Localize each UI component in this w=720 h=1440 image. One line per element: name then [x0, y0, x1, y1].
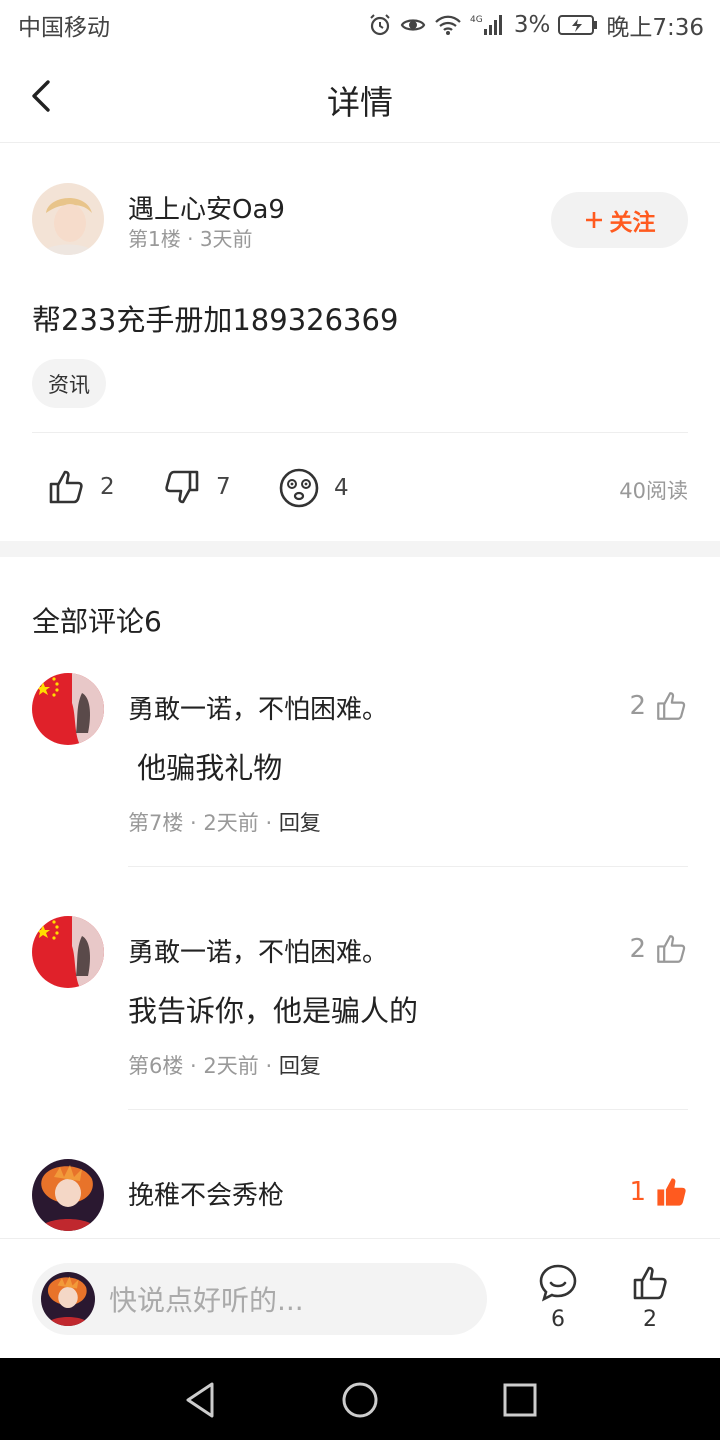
wow-count: 4	[334, 475, 349, 501]
read-count: 40阅读	[619, 479, 688, 503]
comment-item: 勇敢一诺，不怕困难。 2 他骗我礼物 第7楼 · 2天前 · 回复	[0, 673, 720, 868]
thumbs-down-icon	[165, 470, 199, 504]
page-title: 详情	[327, 83, 393, 122]
status-icons: 4G 3% 晚上7:36	[368, 8, 704, 42]
thumbs-up-icon	[49, 470, 83, 504]
comment-item: 勇敢一诺，不怕困难。 2 我告诉你，他是骗人的 第6楼 · 2天前 · 回复	[0, 916, 720, 1111]
comment-total: 6	[551, 1307, 565, 1332]
comment-item: 挽稚不会秀枪 1	[0, 1159, 720, 1239]
section-separator	[0, 541, 720, 557]
post-content: 帮233充手册加189326369	[32, 303, 399, 337]
comment-text: 他骗我礼物	[128, 751, 283, 785]
divider	[128, 1109, 688, 1110]
author-name[interactable]: 遇上心安Oa9	[128, 189, 285, 226]
battery-charging-icon	[558, 15, 598, 35]
thumbs-up-icon	[657, 935, 686, 963]
comment-bar: 快说点好听的... 6 2	[0, 1238, 720, 1358]
clock: 晚上7:36	[606, 15, 704, 41]
post-meta: 第1楼 · 3天前	[128, 227, 253, 251]
comment-bubble-icon	[539, 1264, 577, 1302]
like-reaction[interactable]: 2	[46, 467, 115, 507]
post-card: 遇上心安Oa9 第1楼 · 3天前 关注 帮233充手册加189326369 资…	[0, 143, 720, 541]
like-count: 2	[100, 474, 115, 500]
reply-link[interactable]: 回复	[279, 1054, 321, 1078]
dislike-reaction[interactable]: 7	[162, 467, 231, 507]
wifi-icon	[435, 15, 461, 35]
like-total: 2	[643, 1307, 657, 1332]
comments-button[interactable]: 6	[528, 1263, 588, 1332]
plus-icon	[585, 212, 602, 228]
comment-like-count: 1	[629, 1177, 646, 1207]
comment-like[interactable]: 2	[629, 689, 688, 723]
reply-link[interactable]: 回复	[279, 811, 321, 835]
nav-back-icon[interactable]	[180, 1380, 220, 1420]
page-header: 详情	[0, 50, 720, 143]
commenter-avatar[interactable]	[32, 673, 104, 745]
status-bar: 中国移动 4G 3% 晚上7:36	[0, 0, 720, 50]
comment-meta: 第6楼 · 2天前 · 回复	[128, 1054, 321, 1078]
wow-reaction[interactable]: 4	[278, 467, 349, 509]
dislike-count: 7	[216, 474, 231, 500]
system-nav-bar	[0, 1358, 720, 1440]
post-floor: 第1楼	[128, 227, 181, 251]
eye-icon	[400, 19, 426, 31]
comment-placeholder: 快说点好听的...	[109, 1284, 304, 1317]
dizzy-face-icon	[279, 468, 319, 508]
comment-floor: 第7楼	[128, 811, 184, 835]
alarm-icon	[370, 14, 390, 36]
thumbs-up-icon	[633, 1266, 667, 1300]
commenter-avatar[interactable]	[32, 1159, 104, 1231]
comment-time: 2天前	[203, 811, 259, 835]
comment-text: 我告诉你，他是骗人的	[128, 994, 419, 1028]
comment-like[interactable]: 1	[629, 1175, 688, 1209]
comment-input[interactable]: 快说点好听的...	[32, 1263, 487, 1335]
comment-time: 2天前	[203, 1054, 259, 1078]
commenter-avatar[interactable]	[32, 916, 104, 988]
svg-text:4G: 4G	[470, 15, 483, 25]
commenter-name[interactable]: 挽稚不会秀枪	[128, 1175, 284, 1212]
comment-floor: 第6楼	[128, 1054, 184, 1078]
comments-title: 全部评论6	[32, 605, 162, 638]
topic-tag[interactable]: 资讯	[32, 359, 106, 408]
comment-meta: 第7楼 · 2天前 · 回复	[128, 811, 321, 835]
nav-recents-icon[interactable]	[500, 1380, 540, 1420]
comment-like-count: 2	[629, 934, 646, 964]
carrier-label: 中国移动	[18, 15, 110, 41]
thumbs-up-icon	[657, 692, 686, 720]
thumbs-up-filled-icon	[657, 1178, 686, 1206]
divider	[128, 866, 688, 867]
commenter-name[interactable]: 勇敢一诺，不怕困难。	[128, 932, 388, 969]
author-avatar[interactable]	[32, 183, 104, 255]
battery-percent: 3%	[513, 12, 551, 38]
nav-home-icon[interactable]	[340, 1380, 380, 1420]
comment-like-count: 2	[629, 691, 646, 721]
signal-icon: 4G	[470, 15, 502, 35]
comment-like[interactable]: 2	[629, 932, 688, 966]
divider	[32, 432, 688, 433]
follow-button[interactable]: 关注	[551, 192, 688, 248]
my-avatar	[41, 1272, 95, 1326]
post-time: 3天前	[199, 227, 253, 251]
follow-label: 关注	[609, 210, 656, 236]
like-button[interactable]: 2	[620, 1263, 680, 1332]
commenter-name[interactable]: 勇敢一诺，不怕困难。	[128, 689, 388, 726]
